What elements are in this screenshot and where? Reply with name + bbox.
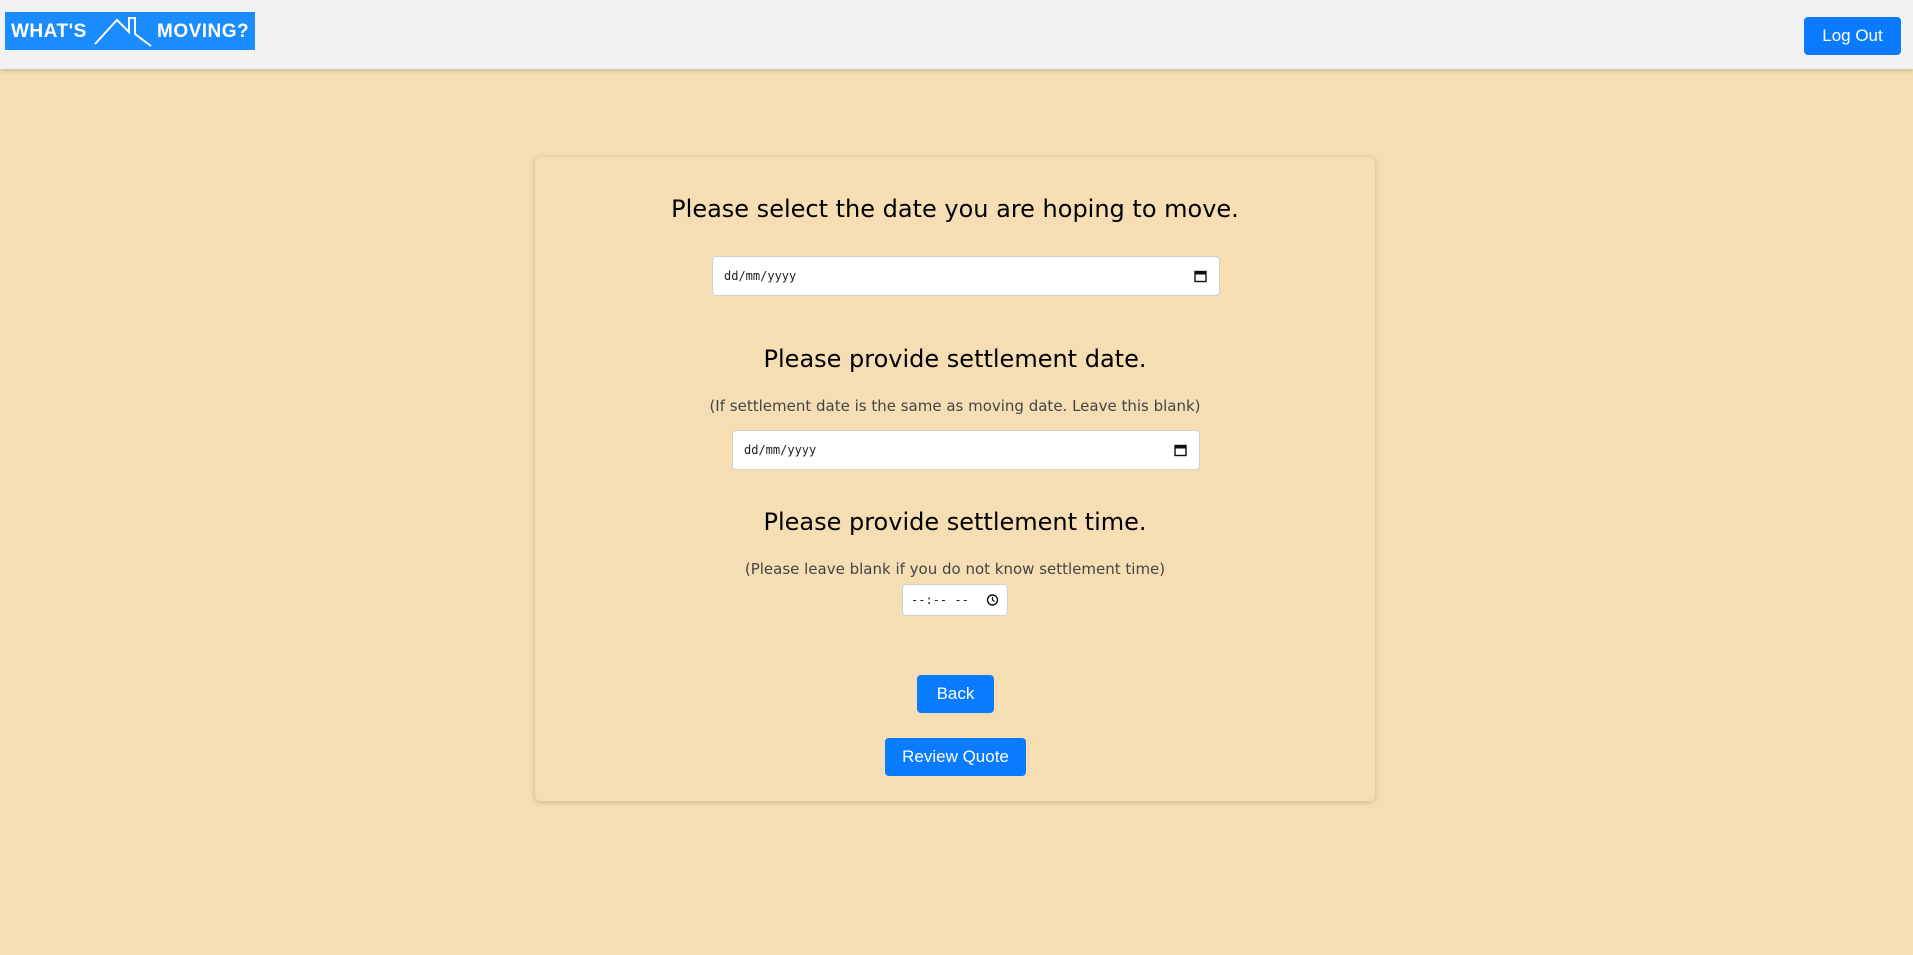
logo-text-right: MOVING? bbox=[157, 21, 250, 42]
settlement-time-heading: Please provide settlement time. bbox=[763, 508, 1147, 536]
move-date-heading: Please select the date you are hoping to… bbox=[671, 195, 1239, 223]
settlement-time-note: (Please leave blank if you do not know s… bbox=[744, 560, 1166, 578]
clock-icon[interactable] bbox=[986, 594, 999, 607]
house-roof-icon bbox=[94, 17, 152, 47]
settlement-date-note: (If settlement date is the same as movin… bbox=[709, 397, 1201, 415]
settlement-date-input[interactable]: dd/mm/yyyy bbox=[732, 430, 1200, 470]
settlement-time-input[interactable]: --:-- -- bbox=[902, 584, 1008, 616]
settlement-date-placeholder: dd/mm/yyyy bbox=[744, 443, 817, 457]
top-navbar: WHAT'S MOVING? Log Out bbox=[0, 0, 1913, 69]
move-date-form-card: Please select the date you are hoping to… bbox=[535, 157, 1375, 801]
settlement-time-placeholder: --:-- -- bbox=[911, 593, 969, 607]
move-date-input[interactable]: dd/mm/yyyy bbox=[712, 256, 1220, 296]
calendar-icon[interactable] bbox=[1194, 270, 1207, 283]
calendar-icon[interactable] bbox=[1174, 444, 1187, 457]
back-button[interactable]: Back bbox=[917, 675, 994, 713]
review-quote-button[interactable]: Review Quote bbox=[885, 738, 1026, 776]
logo-text-left: WHAT'S bbox=[11, 21, 87, 42]
logout-button[interactable]: Log Out bbox=[1804, 17, 1901, 55]
settlement-date-heading: Please provide settlement date. bbox=[763, 345, 1147, 373]
move-date-placeholder: dd/mm/yyyy bbox=[724, 269, 797, 283]
whats-moving-logo[interactable]: WHAT'S MOVING? bbox=[5, 12, 255, 50]
